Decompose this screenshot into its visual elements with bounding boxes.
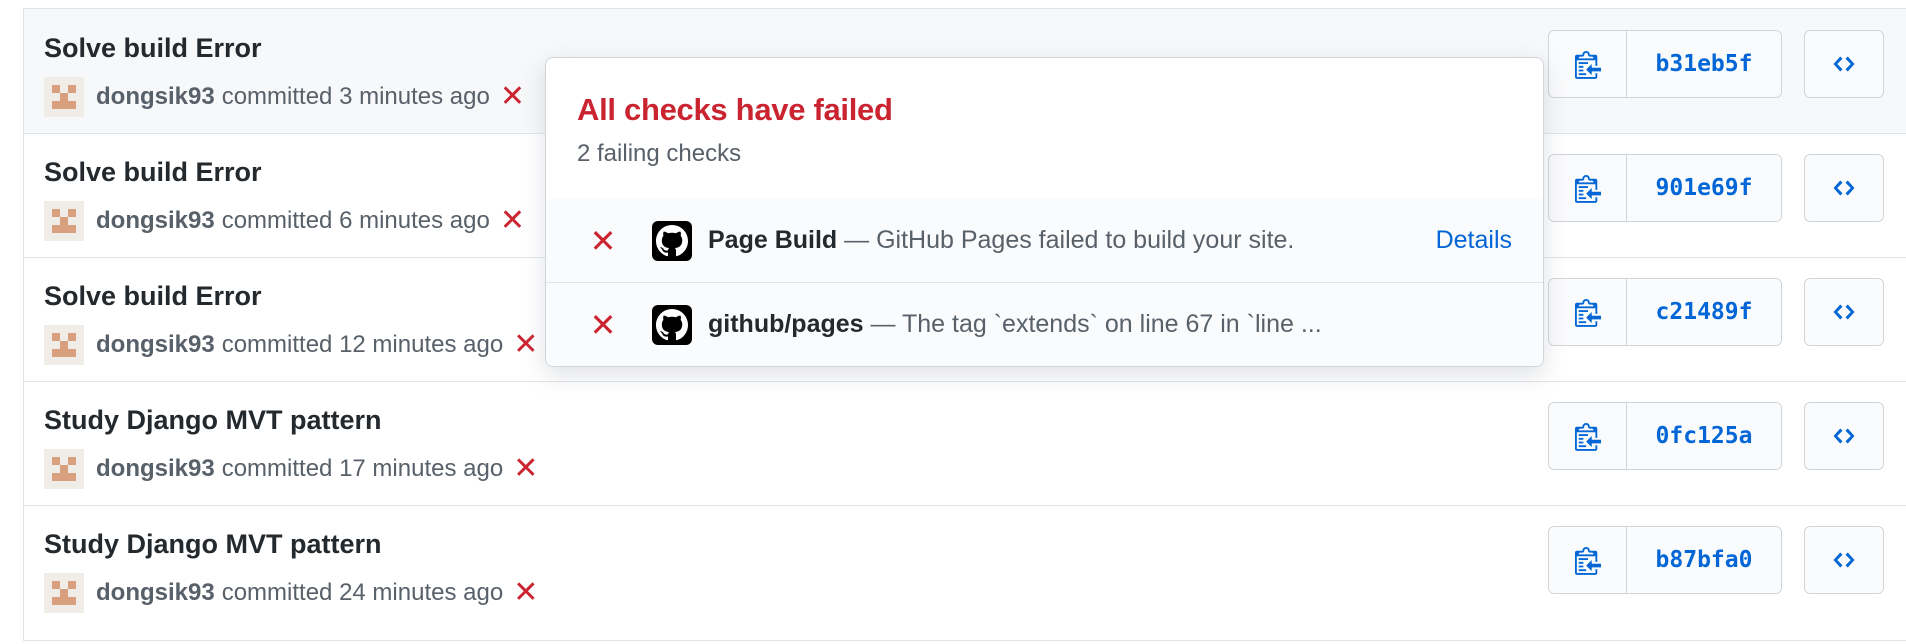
- browse-repo-button[interactable]: [1804, 278, 1884, 346]
- clipboard-copy-icon: [1574, 547, 1601, 575]
- commit-time: committed 3 minutes ago: [221, 83, 490, 110]
- commit-time: committed 24 minutes ago: [221, 579, 504, 606]
- x-icon: ✕: [589, 222, 617, 259]
- copy-sha-button[interactable]: [1549, 527, 1627, 593]
- code-icon: [1833, 304, 1855, 320]
- clipboard-copy-icon: [1574, 299, 1601, 327]
- commit-title[interactable]: Solve build Error: [44, 33, 262, 64]
- commit-title[interactable]: Solve build Error: [44, 157, 262, 188]
- browse-repo-button[interactable]: [1804, 402, 1884, 470]
- commit-actions: c21489f: [1548, 278, 1782, 346]
- commit-time: committed 17 minutes ago: [221, 455, 504, 482]
- copy-sha-button[interactable]: [1549, 403, 1627, 469]
- check-text: github/pages — The tag `extends` on line…: [708, 310, 1322, 339]
- commit-time: committed 6 minutes ago: [221, 207, 490, 234]
- avatar[interactable]: [44, 573, 84, 613]
- avatar[interactable]: [44, 449, 84, 489]
- check-name: github/pages: [708, 310, 864, 338]
- popover-header: All checks have failed 2 failing checks: [546, 58, 1543, 200]
- code-icon: [1833, 428, 1855, 444]
- copy-sha-button[interactable]: [1549, 155, 1627, 221]
- commit-sha-link[interactable]: c21489f: [1627, 279, 1781, 345]
- browse-repo-button[interactable]: [1804, 30, 1884, 98]
- commit-sha-link[interactable]: 0fc125a: [1627, 403, 1781, 469]
- x-icon: ✕: [589, 306, 617, 343]
- commit-time: committed 12 minutes ago: [221, 331, 504, 358]
- code-icon: [1833, 56, 1855, 72]
- copy-sha-button[interactable]: [1549, 279, 1627, 345]
- avatar[interactable]: [44, 201, 84, 241]
- code-icon: [1833, 180, 1855, 196]
- commit-meta: dongsik93 committed 12 minutes ago ✕: [44, 325, 538, 365]
- clipboard-copy-icon: [1574, 175, 1601, 203]
- check-description: — The tag `extends` on line 67 in `line …: [863, 310, 1322, 338]
- browse-repo-button[interactable]: [1804, 526, 1884, 594]
- check-item: ✕ Page Build — GitHub Pages failed to bu…: [546, 199, 1543, 283]
- code-icon: [1833, 552, 1855, 568]
- commit-title[interactable]: Study Django MVT pattern: [44, 529, 382, 560]
- x-icon[interactable]: ✕: [513, 578, 538, 608]
- clipboard-copy-icon: [1574, 423, 1601, 451]
- check-item: ✕ github/pages — The tag `extends` on li…: [546, 283, 1543, 366]
- x-icon[interactable]: ✕: [513, 330, 538, 360]
- details-link[interactable]: Details: [1436, 226, 1512, 255]
- github-logo-icon: [652, 304, 692, 345]
- popover-title: All checks have failed: [577, 92, 893, 127]
- browse-repo-button[interactable]: [1804, 154, 1884, 222]
- commit-meta: dongsik93 committed 6 minutes ago ✕: [44, 201, 525, 241]
- check-text: Page Build — GitHub Pages failed to buil…: [708, 226, 1294, 255]
- check-name: Page Build: [708, 226, 838, 254]
- commit-meta: dongsik93 committed 3 minutes ago ✕: [44, 77, 525, 117]
- commit-author[interactable]: dongsik93: [96, 207, 215, 235]
- x-icon[interactable]: ✕: [513, 454, 538, 484]
- commit-row: Study Django MVT pattern dongsik93 commi…: [24, 505, 1906, 640]
- commit-author[interactable]: dongsik93: [96, 83, 215, 111]
- commit-author[interactable]: dongsik93: [96, 579, 215, 607]
- avatar[interactable]: [44, 325, 84, 365]
- commit-actions: b87bfa0: [1548, 526, 1782, 594]
- commit-title[interactable]: Solve build Error: [44, 281, 262, 312]
- commit-sha-link[interactable]: b87bfa0: [1627, 527, 1781, 593]
- commit-meta: dongsik93 committed 24 minutes ago ✕: [44, 573, 538, 613]
- checks-popover: All checks have failed 2 failing checks …: [545, 57, 1544, 367]
- check-description: — GitHub Pages failed to build your site…: [837, 226, 1295, 254]
- commit-actions: b31eb5f: [1548, 30, 1782, 98]
- commit-row: Study Django MVT pattern dongsik93 commi…: [24, 381, 1906, 506]
- x-icon[interactable]: ✕: [500, 82, 525, 112]
- commit-author[interactable]: dongsik93: [96, 331, 215, 359]
- popover-subtitle: 2 failing checks: [577, 140, 742, 167]
- avatar[interactable]: [44, 77, 84, 117]
- commit-sha-link[interactable]: 901e69f: [1627, 155, 1781, 221]
- commit-meta: dongsik93 committed 17 minutes ago ✕: [44, 449, 538, 489]
- x-icon[interactable]: ✕: [500, 206, 525, 236]
- commit-author[interactable]: dongsik93: [96, 455, 215, 483]
- copy-sha-button[interactable]: [1549, 31, 1627, 97]
- commit-actions: 901e69f: [1548, 154, 1782, 222]
- github-logo-icon: [652, 220, 692, 261]
- commit-title[interactable]: Study Django MVT pattern: [44, 405, 382, 436]
- commit-actions: 0fc125a: [1548, 402, 1782, 470]
- clipboard-copy-icon: [1574, 51, 1601, 79]
- commit-sha-link[interactable]: b31eb5f: [1627, 31, 1781, 97]
